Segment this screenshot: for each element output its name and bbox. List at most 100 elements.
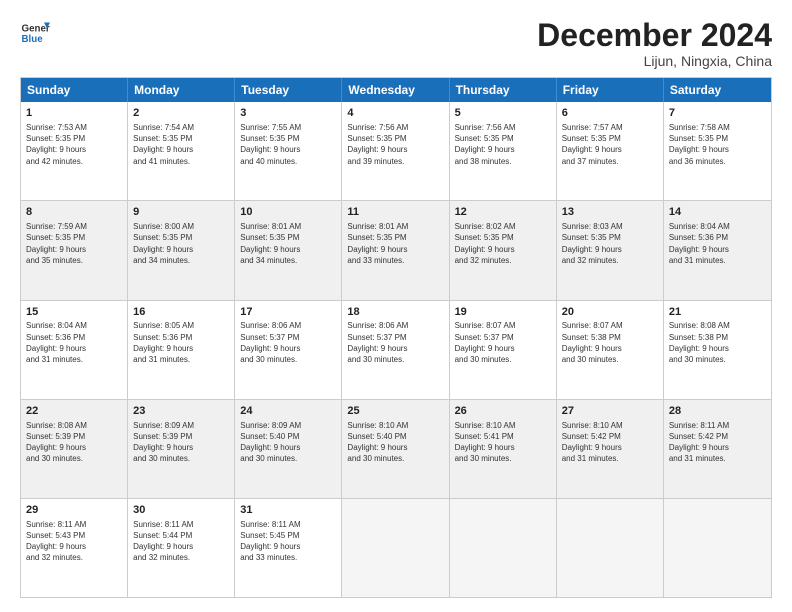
- day-number: 21: [669, 305, 766, 320]
- calendar-body: 1Sunrise: 7:53 AM Sunset: 5:35 PM Daylig…: [21, 102, 771, 597]
- day-cell-5: 5Sunrise: 7:56 AM Sunset: 5:35 PM Daylig…: [450, 102, 557, 200]
- day-number: 24: [240, 404, 336, 419]
- day-cell-23: 23Sunrise: 8:09 AM Sunset: 5:39 PM Dayli…: [128, 400, 235, 498]
- day-info: Sunrise: 7:57 AM Sunset: 5:35 PM Dayligh…: [562, 122, 658, 167]
- day-cell-12: 12Sunrise: 8:02 AM Sunset: 5:35 PM Dayli…: [450, 201, 557, 299]
- day-number: 14: [669, 205, 766, 220]
- day-info: Sunrise: 8:03 AM Sunset: 5:35 PM Dayligh…: [562, 221, 658, 266]
- day-header-sunday: Sunday: [21, 78, 128, 102]
- day-info: Sunrise: 7:54 AM Sunset: 5:35 PM Dayligh…: [133, 122, 229, 167]
- day-cell-2: 2Sunrise: 7:54 AM Sunset: 5:35 PM Daylig…: [128, 102, 235, 200]
- day-info: Sunrise: 8:10 AM Sunset: 5:41 PM Dayligh…: [455, 420, 551, 465]
- title-block: December 2024 Lijun, Ningxia, China: [537, 18, 772, 69]
- day-cell-22: 22Sunrise: 8:08 AM Sunset: 5:39 PM Dayli…: [21, 400, 128, 498]
- day-cell-7: 7Sunrise: 7:58 AM Sunset: 5:35 PM Daylig…: [664, 102, 771, 200]
- day-cell-15: 15Sunrise: 8:04 AM Sunset: 5:36 PM Dayli…: [21, 301, 128, 399]
- day-info: Sunrise: 8:07 AM Sunset: 5:38 PM Dayligh…: [562, 320, 658, 365]
- calendar-week-3: 15Sunrise: 8:04 AM Sunset: 5:36 PM Dayli…: [21, 301, 771, 400]
- day-cell-9: 9Sunrise: 8:00 AM Sunset: 5:35 PM Daylig…: [128, 201, 235, 299]
- day-number: 1: [26, 106, 122, 121]
- day-info: Sunrise: 8:11 AM Sunset: 5:42 PM Dayligh…: [669, 420, 766, 465]
- day-cell-29: 29Sunrise: 8:11 AM Sunset: 5:43 PM Dayli…: [21, 499, 128, 597]
- day-header-tuesday: Tuesday: [235, 78, 342, 102]
- day-number: 16: [133, 305, 229, 320]
- day-info: Sunrise: 7:59 AM Sunset: 5:35 PM Dayligh…: [26, 221, 122, 266]
- day-info: Sunrise: 8:04 AM Sunset: 5:36 PM Dayligh…: [669, 221, 766, 266]
- calendar-week-2: 8Sunrise: 7:59 AM Sunset: 5:35 PM Daylig…: [21, 201, 771, 300]
- day-cell-16: 16Sunrise: 8:05 AM Sunset: 5:36 PM Dayli…: [128, 301, 235, 399]
- day-number: 17: [240, 305, 336, 320]
- day-info: Sunrise: 7:55 AM Sunset: 5:35 PM Dayligh…: [240, 122, 336, 167]
- empty-cell: [557, 499, 664, 597]
- day-number: 30: [133, 503, 229, 518]
- calendar-week-5: 29Sunrise: 8:11 AM Sunset: 5:43 PM Dayli…: [21, 499, 771, 597]
- day-number: 5: [455, 106, 551, 121]
- logo-icon: General Blue: [20, 18, 50, 48]
- day-header-monday: Monday: [128, 78, 235, 102]
- day-info: Sunrise: 8:06 AM Sunset: 5:37 PM Dayligh…: [240, 320, 336, 365]
- day-number: 22: [26, 404, 122, 419]
- day-number: 12: [455, 205, 551, 220]
- day-cell-28: 28Sunrise: 8:11 AM Sunset: 5:42 PM Dayli…: [664, 400, 771, 498]
- day-info: Sunrise: 8:11 AM Sunset: 5:43 PM Dayligh…: [26, 519, 122, 564]
- day-number: 13: [562, 205, 658, 220]
- day-number: 27: [562, 404, 658, 419]
- day-info: Sunrise: 8:10 AM Sunset: 5:42 PM Dayligh…: [562, 420, 658, 465]
- day-info: Sunrise: 7:58 AM Sunset: 5:35 PM Dayligh…: [669, 122, 766, 167]
- day-cell-8: 8Sunrise: 7:59 AM Sunset: 5:35 PM Daylig…: [21, 201, 128, 299]
- day-cell-31: 31Sunrise: 8:11 AM Sunset: 5:45 PM Dayli…: [235, 499, 342, 597]
- day-header-friday: Friday: [557, 78, 664, 102]
- day-number: 29: [26, 503, 122, 518]
- empty-cell: [664, 499, 771, 597]
- logo: General Blue: [20, 18, 54, 48]
- header: General Blue December 2024 Lijun, Ningxi…: [20, 18, 772, 69]
- day-number: 10: [240, 205, 336, 220]
- day-info: Sunrise: 8:01 AM Sunset: 5:35 PM Dayligh…: [240, 221, 336, 266]
- day-cell-14: 14Sunrise: 8:04 AM Sunset: 5:36 PM Dayli…: [664, 201, 771, 299]
- day-cell-1: 1Sunrise: 7:53 AM Sunset: 5:35 PM Daylig…: [21, 102, 128, 200]
- day-info: Sunrise: 8:07 AM Sunset: 5:37 PM Dayligh…: [455, 320, 551, 365]
- day-cell-24: 24Sunrise: 8:09 AM Sunset: 5:40 PM Dayli…: [235, 400, 342, 498]
- day-number: 23: [133, 404, 229, 419]
- day-info: Sunrise: 8:10 AM Sunset: 5:40 PM Dayligh…: [347, 420, 443, 465]
- day-header-wednesday: Wednesday: [342, 78, 449, 102]
- day-cell-10: 10Sunrise: 8:01 AM Sunset: 5:35 PM Dayli…: [235, 201, 342, 299]
- day-number: 19: [455, 305, 551, 320]
- day-number: 31: [240, 503, 336, 518]
- day-cell-27: 27Sunrise: 8:10 AM Sunset: 5:42 PM Dayli…: [557, 400, 664, 498]
- day-cell-6: 6Sunrise: 7:57 AM Sunset: 5:35 PM Daylig…: [557, 102, 664, 200]
- day-header-thursday: Thursday: [450, 78, 557, 102]
- day-number: 20: [562, 305, 658, 320]
- day-cell-25: 25Sunrise: 8:10 AM Sunset: 5:40 PM Dayli…: [342, 400, 449, 498]
- day-info: Sunrise: 8:09 AM Sunset: 5:40 PM Dayligh…: [240, 420, 336, 465]
- day-cell-20: 20Sunrise: 8:07 AM Sunset: 5:38 PM Dayli…: [557, 301, 664, 399]
- day-info: Sunrise: 8:02 AM Sunset: 5:35 PM Dayligh…: [455, 221, 551, 266]
- day-info: Sunrise: 8:01 AM Sunset: 5:35 PM Dayligh…: [347, 221, 443, 266]
- day-info: Sunrise: 7:53 AM Sunset: 5:35 PM Dayligh…: [26, 122, 122, 167]
- day-info: Sunrise: 8:08 AM Sunset: 5:38 PM Dayligh…: [669, 320, 766, 365]
- calendar-week-1: 1Sunrise: 7:53 AM Sunset: 5:35 PM Daylig…: [21, 102, 771, 201]
- day-cell-21: 21Sunrise: 8:08 AM Sunset: 5:38 PM Dayli…: [664, 301, 771, 399]
- location: Lijun, Ningxia, China: [537, 53, 772, 69]
- day-number: 28: [669, 404, 766, 419]
- day-cell-3: 3Sunrise: 7:55 AM Sunset: 5:35 PM Daylig…: [235, 102, 342, 200]
- day-cell-17: 17Sunrise: 8:06 AM Sunset: 5:37 PM Dayli…: [235, 301, 342, 399]
- day-info: Sunrise: 7:56 AM Sunset: 5:35 PM Dayligh…: [347, 122, 443, 167]
- day-info: Sunrise: 8:11 AM Sunset: 5:44 PM Dayligh…: [133, 519, 229, 564]
- day-cell-13: 13Sunrise: 8:03 AM Sunset: 5:35 PM Dayli…: [557, 201, 664, 299]
- day-cell-30: 30Sunrise: 8:11 AM Sunset: 5:44 PM Dayli…: [128, 499, 235, 597]
- calendar-week-4: 22Sunrise: 8:08 AM Sunset: 5:39 PM Dayli…: [21, 400, 771, 499]
- day-number: 25: [347, 404, 443, 419]
- day-number: 3: [240, 106, 336, 121]
- day-number: 6: [562, 106, 658, 121]
- day-info: Sunrise: 8:00 AM Sunset: 5:35 PM Dayligh…: [133, 221, 229, 266]
- day-number: 26: [455, 404, 551, 419]
- day-info: Sunrise: 8:04 AM Sunset: 5:36 PM Dayligh…: [26, 320, 122, 365]
- calendar-header: SundayMondayTuesdayWednesdayThursdayFrid…: [21, 78, 771, 102]
- day-number: 2: [133, 106, 229, 121]
- day-number: 8: [26, 205, 122, 220]
- day-info: Sunrise: 8:11 AM Sunset: 5:45 PM Dayligh…: [240, 519, 336, 564]
- month-title: December 2024: [537, 18, 772, 53]
- day-info: Sunrise: 8:08 AM Sunset: 5:39 PM Dayligh…: [26, 420, 122, 465]
- calendar: SundayMondayTuesdayWednesdayThursdayFrid…: [20, 77, 772, 598]
